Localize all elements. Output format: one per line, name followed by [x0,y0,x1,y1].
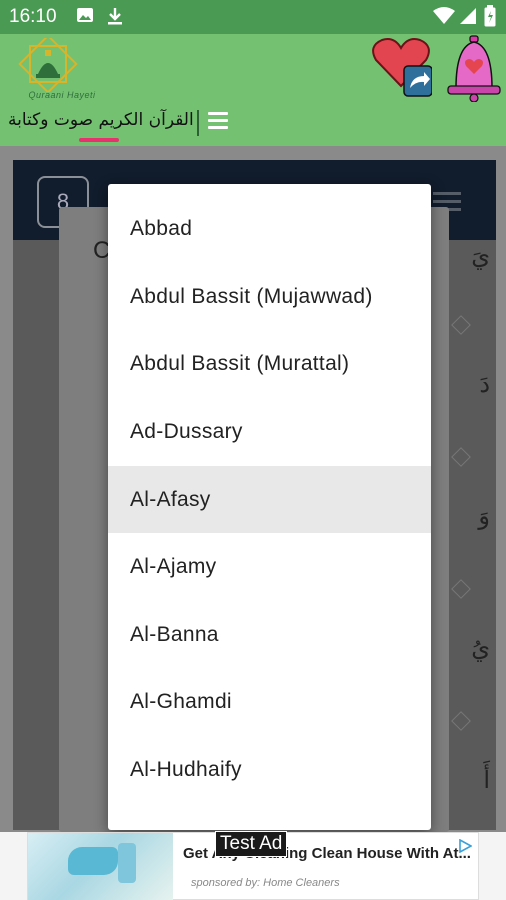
ayah-marker-icon [451,447,471,467]
ad-image[interactable] [28,833,173,900]
reciter-option-selected[interactable]: Al-Afasy [108,466,431,533]
title-divider [197,110,199,136]
ad-sponsor: sponsored by: Home Cleaners [191,877,340,889]
test-ad-label: Test Ad [215,831,288,857]
reciter-option[interactable]: Abdul Bassit (Murattal) [108,330,431,397]
ad-choices-icon[interactable] [458,839,472,853]
download-icon [108,8,122,25]
verse-fragment: دَ [479,370,490,398]
ayah-marker-icon [451,711,471,731]
reciter-option[interactable]: Al-Ajamy [108,533,431,600]
verse-fragment: يَ [471,242,490,270]
signal-icon [460,8,476,24]
image-icon [77,8,93,22]
mosque-logo-icon [18,38,78,92]
menu-icon[interactable] [205,106,231,136]
reciter-option[interactable]: Al-Hudhaify [108,736,431,803]
status-time: 16:10 [9,6,57,27]
reciter-option[interactable]: Abdul Bassit (Mujawwad) [108,263,431,330]
title-tab-indicator [79,138,119,142]
ayah-marker-icon [451,315,471,335]
app-bar: Quraani Hayeti القرآن الكريم صوت وكتابة [0,34,506,146]
logo-text: Quraani Hayeti [28,90,96,100]
wifi-icon [433,7,455,24]
reciter-option[interactable]: Ad-Dussary [108,398,431,465]
status-bar: 16:10 [0,0,506,34]
reciter-dropdown: Abbad Abdul Bassit (Mujawwad) Abdul Bass… [108,184,431,830]
app-logo[interactable]: Quraani Hayeti [14,38,95,102]
favorite-share-icon[interactable] [370,34,433,104]
reciter-option[interactable]: Al-Banna [108,601,431,668]
reciter-option[interactable]: Al-Ghamdi [108,668,431,735]
ayah-marker-icon [451,579,471,599]
reciter-option[interactable]: Abbad [108,195,431,262]
notification-bell-icon[interactable] [446,34,502,103]
verse-fragment: أَ [483,766,490,794]
verse-fragment: يُ [471,634,490,662]
app-title[interactable]: القرآن الكريم صوت وكتابة [8,110,194,130]
battery-icon [484,5,496,27]
verse-fragment: وَ [478,502,490,530]
